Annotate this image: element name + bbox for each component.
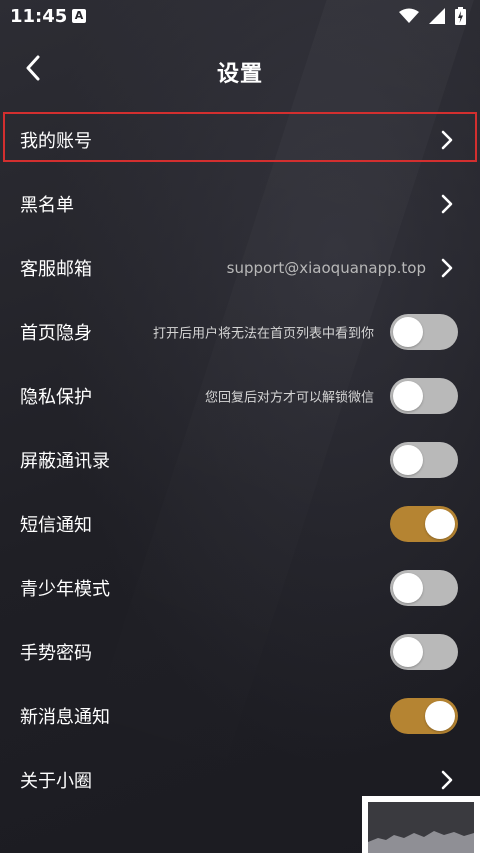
- signal-icon: [429, 8, 445, 28]
- settings-row-teen-mode: 青少年模式: [0, 556, 480, 620]
- homepage-invisible-toggle[interactable]: [390, 314, 458, 350]
- gesture-password-toggle[interactable]: [390, 634, 458, 670]
- toggle-knob: [425, 701, 455, 731]
- row-label: 屏蔽通讯录: [20, 451, 110, 472]
- row-label: 新消息通知: [20, 707, 110, 728]
- status-time: 11:45: [10, 6, 68, 27]
- row-label: 青少年模式: [20, 579, 110, 600]
- teen-mode-toggle[interactable]: [390, 570, 458, 606]
- settings-row-homepage-invisible: 首页隐身 打开后用户将无法在首页列表中看到你: [0, 300, 480, 364]
- chevron-right-icon: [440, 770, 454, 790]
- row-label: 短信通知: [20, 515, 92, 536]
- settings-row-gesture-password: 手势密码: [0, 620, 480, 684]
- header: 设置: [0, 40, 480, 100]
- toggle-knob: [393, 317, 423, 347]
- status-bar: 11:45 A: [0, 0, 480, 34]
- toggle-knob: [393, 445, 423, 475]
- row-hint: 打开后用户将无法在首页列表中看到你: [152, 326, 374, 342]
- toggle-knob: [425, 509, 455, 539]
- app-notification-icon: A: [72, 9, 86, 23]
- row-label: 我的账号: [20, 131, 92, 152]
- settings-row-my-account[interactable]: 我的账号: [0, 108, 480, 172]
- settings-list: 我的账号 黑名单 客服邮箱 support@xiaoquanapp.top 首页…: [0, 108, 480, 812]
- row-label: 隐私保护: [20, 387, 92, 408]
- settings-row-block-contacts: 屏蔽通讯录: [0, 428, 480, 492]
- thumbnail-preview: [368, 802, 474, 853]
- toggle-knob: [393, 381, 423, 411]
- row-label: 关于小圈: [20, 771, 92, 792]
- new-message-notification-toggle[interactable]: [390, 698, 458, 734]
- toggle-knob: [393, 573, 423, 603]
- chevron-right-icon: [440, 258, 454, 278]
- wifi-icon: [399, 8, 419, 28]
- row-label: 黑名单: [20, 195, 74, 216]
- row-hint: 您回复后对方才可以解锁微信: [204, 390, 374, 406]
- privacy-protection-toggle[interactable]: [390, 378, 458, 414]
- block-contacts-toggle[interactable]: [390, 442, 458, 478]
- page-title: 设置: [216, 62, 263, 87]
- row-label: 首页隐身: [20, 323, 92, 344]
- settings-row-support-email[interactable]: 客服邮箱 support@xiaoquanapp.top: [0, 236, 480, 300]
- support-email-value: support@xiaoquanapp.top: [226, 259, 426, 277]
- screenshot-thumbnail[interactable]: [362, 796, 480, 853]
- row-label: 客服邮箱: [20, 259, 92, 280]
- sms-notification-toggle[interactable]: [390, 506, 458, 542]
- chevron-right-icon: [440, 194, 454, 214]
- settings-row-new-message-notification: 新消息通知: [0, 684, 480, 748]
- row-label: 手势密码: [20, 643, 92, 664]
- toggle-knob: [393, 637, 423, 667]
- settings-row-sms-notification: 短信通知: [0, 492, 480, 556]
- settings-row-blacklist[interactable]: 黑名单: [0, 172, 480, 236]
- chevron-right-icon: [440, 130, 454, 150]
- battery-icon: [455, 7, 466, 29]
- settings-row-privacy-protection: 隐私保护 您回复后对方才可以解锁微信: [0, 364, 480, 428]
